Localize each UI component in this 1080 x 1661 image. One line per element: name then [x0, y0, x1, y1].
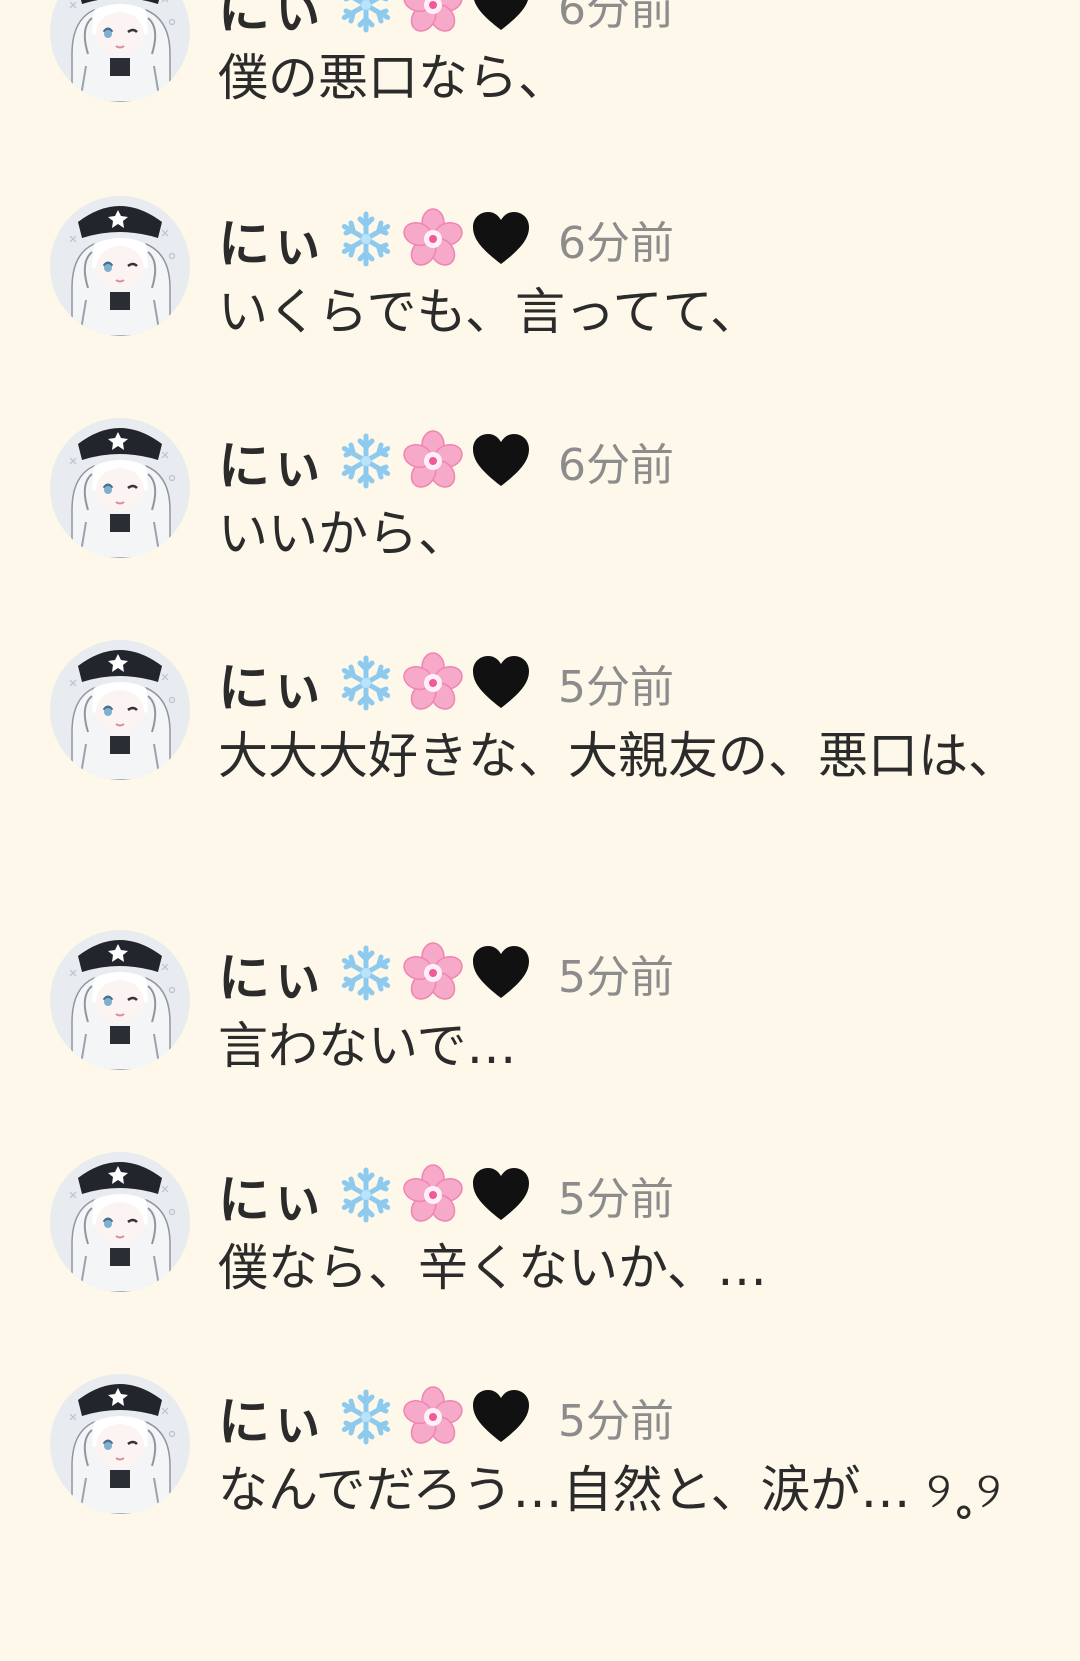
username-emojis: [336, 208, 532, 270]
cherry-blossom-icon: [402, 1164, 464, 1226]
avatar[interactable]: [50, 196, 190, 336]
black-heart-icon: [470, 1166, 532, 1224]
message-text: なんでだろう…自然と、涙が… ୨˳୨: [218, 1461, 1002, 1519]
snowflake-icon: [336, 209, 396, 269]
cherry-blossom-icon: [402, 208, 464, 270]
username-emojis: [336, 1386, 532, 1448]
username[interactable]: にぃ: [218, 1158, 326, 1233]
snowflake-icon: [336, 1387, 396, 1447]
cherry-blossom-icon: [402, 1386, 464, 1448]
avatar[interactable]: [50, 418, 190, 558]
username[interactable]: にぃ: [218, 202, 326, 277]
avatar[interactable]: [50, 0, 190, 102]
message-header: にぃ 6分前: [218, 202, 675, 277]
message-header: にぃ 5分前: [218, 1158, 675, 1233]
snowflake-icon: [336, 431, 396, 491]
message-text: 言わないで…: [218, 1017, 517, 1075]
chat-message-list[interactable]: にぃ 6分前 僕の悪口なら、 にぃ 6分前 いくらでも、言ってて、 にぃ 6分前…: [0, 0, 1080, 1661]
black-heart-icon: [470, 0, 532, 34]
message-text: いくらでも、言ってて、: [218, 283, 760, 341]
message-header: にぃ 6分前: [218, 0, 675, 43]
snowflake-icon: [336, 943, 396, 1003]
message-text: いいから、: [218, 505, 468, 563]
username-emojis: [336, 652, 532, 714]
avatar[interactable]: [50, 640, 190, 780]
timestamp: 6分前: [558, 0, 675, 35]
username-emojis: [336, 430, 532, 492]
message-header: にぃ 5分前: [218, 936, 675, 1011]
black-heart-icon: [470, 210, 532, 268]
username[interactable]: にぃ: [218, 646, 326, 721]
black-heart-icon: [470, 944, 532, 1002]
avatar[interactable]: [50, 1152, 190, 1292]
message-text: 大大大好きな、大親友の、悪口は、: [218, 727, 1018, 785]
message-header: にぃ 6分前: [218, 424, 675, 499]
timestamp: 5分前: [558, 1396, 675, 1447]
cherry-blossom-icon: [402, 0, 464, 36]
timestamp: 5分前: [558, 952, 675, 1003]
message-header: にぃ 5分前: [218, 1380, 675, 1455]
message-text: 僕の悪口なら、: [218, 49, 568, 107]
username[interactable]: にぃ: [218, 424, 326, 499]
username-emojis: [336, 942, 532, 1004]
cherry-blossom-icon: [402, 652, 464, 714]
black-heart-icon: [470, 1388, 532, 1446]
avatar[interactable]: [50, 1374, 190, 1514]
timestamp: 6分前: [558, 218, 675, 269]
snowflake-icon: [336, 0, 396, 35]
black-heart-icon: [470, 654, 532, 712]
username[interactable]: にぃ: [218, 1380, 326, 1455]
message-header: にぃ 5分前: [218, 646, 675, 721]
username-emojis: [336, 1164, 532, 1226]
timestamp: 5分前: [558, 662, 675, 713]
username-emojis: [336, 0, 532, 36]
snowflake-icon: [336, 1165, 396, 1225]
timestamp: 5分前: [558, 1174, 675, 1225]
avatar[interactable]: [50, 930, 190, 1070]
message-text: 僕なら、辛くないか、…: [218, 1239, 767, 1297]
username[interactable]: にぃ: [218, 936, 326, 1011]
black-heart-icon: [470, 432, 532, 490]
timestamp: 6分前: [558, 440, 675, 491]
cherry-blossom-icon: [402, 942, 464, 1004]
snowflake-icon: [336, 653, 396, 713]
cherry-blossom-icon: [402, 430, 464, 492]
username[interactable]: にぃ: [218, 0, 326, 43]
